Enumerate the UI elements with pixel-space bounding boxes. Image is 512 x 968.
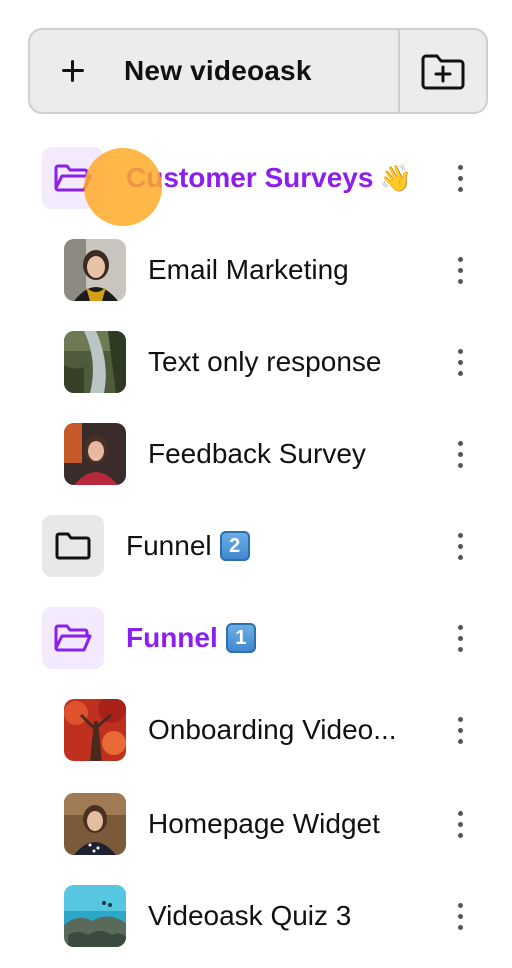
more-options-icon[interactable] — [446, 434, 474, 474]
folder-row-funnel-2[interactable]: Funnel 2 — [0, 500, 512, 592]
folder-label: Customer Surveys 👋 — [126, 162, 412, 194]
list-item-homepage-widget[interactable]: Homepage Widget — [0, 778, 512, 870]
more-options-icon[interactable] — [446, 804, 474, 844]
wave-emoji: 👋 — [379, 163, 412, 193]
video-thumbnail — [64, 793, 126, 855]
more-options-icon[interactable] — [446, 342, 474, 382]
more-options-icon[interactable] — [446, 896, 474, 936]
item-label: Feedback Survey — [148, 438, 366, 469]
folder-row-customer-surveys[interactable]: Customer Surveys 👋 — [0, 132, 512, 224]
video-thumbnail — [64, 699, 126, 761]
folder-name: Customer Surveys — [126, 162, 374, 193]
video-thumbnail — [64, 885, 126, 947]
more-options-icon[interactable] — [446, 526, 474, 566]
folder-name: Funnel — [126, 530, 212, 561]
more-options-icon[interactable] — [446, 158, 474, 198]
folder-plus-icon — [421, 54, 465, 90]
folder-row-funnel-1[interactable]: Funnel 1 — [0, 592, 512, 684]
item-label: Text only response — [148, 346, 382, 377]
folder-label: Funnel 1 — [126, 622, 256, 654]
new-videoask-button[interactable]: New videoask — [30, 30, 398, 112]
folder-name: Funnel — [126, 622, 218, 653]
plus-icon — [58, 56, 88, 86]
video-thumbnail — [64, 239, 126, 301]
folder-label: Funnel 2 — [126, 530, 250, 562]
list-item-email-marketing[interactable]: Email Marketing — [0, 224, 512, 316]
list-item-text-only-response[interactable]: Text only response — [0, 316, 512, 408]
folder-icon — [42, 515, 104, 577]
number-badge: 2 — [219, 531, 250, 561]
list-item-onboarding-video[interactable]: Onboarding Video... — [0, 684, 512, 776]
item-label: Onboarding Video... — [148, 714, 397, 745]
item-label: Homepage Widget — [148, 808, 380, 839]
new-videoask-label: New videoask — [124, 55, 312, 86]
number-badge: 1 — [225, 623, 256, 653]
list-item-feedback-survey[interactable]: Feedback Survey — [0, 408, 512, 500]
video-thumbnail — [64, 331, 126, 393]
more-options-icon[interactable] — [446, 710, 474, 750]
folder-open-icon — [42, 147, 104, 209]
toolbar: New videoask — [28, 28, 488, 114]
more-options-icon[interactable] — [446, 618, 474, 658]
more-options-icon[interactable] — [446, 250, 474, 290]
video-thumbnail — [64, 423, 126, 485]
list-item-videoask-quiz-3[interactable]: Videoask Quiz 3 — [0, 870, 512, 962]
folder-open-icon — [42, 607, 104, 669]
new-folder-button[interactable] — [400, 30, 486, 112]
item-label: Videoask Quiz 3 — [148, 900, 352, 931]
item-label: Email Marketing — [148, 254, 349, 285]
